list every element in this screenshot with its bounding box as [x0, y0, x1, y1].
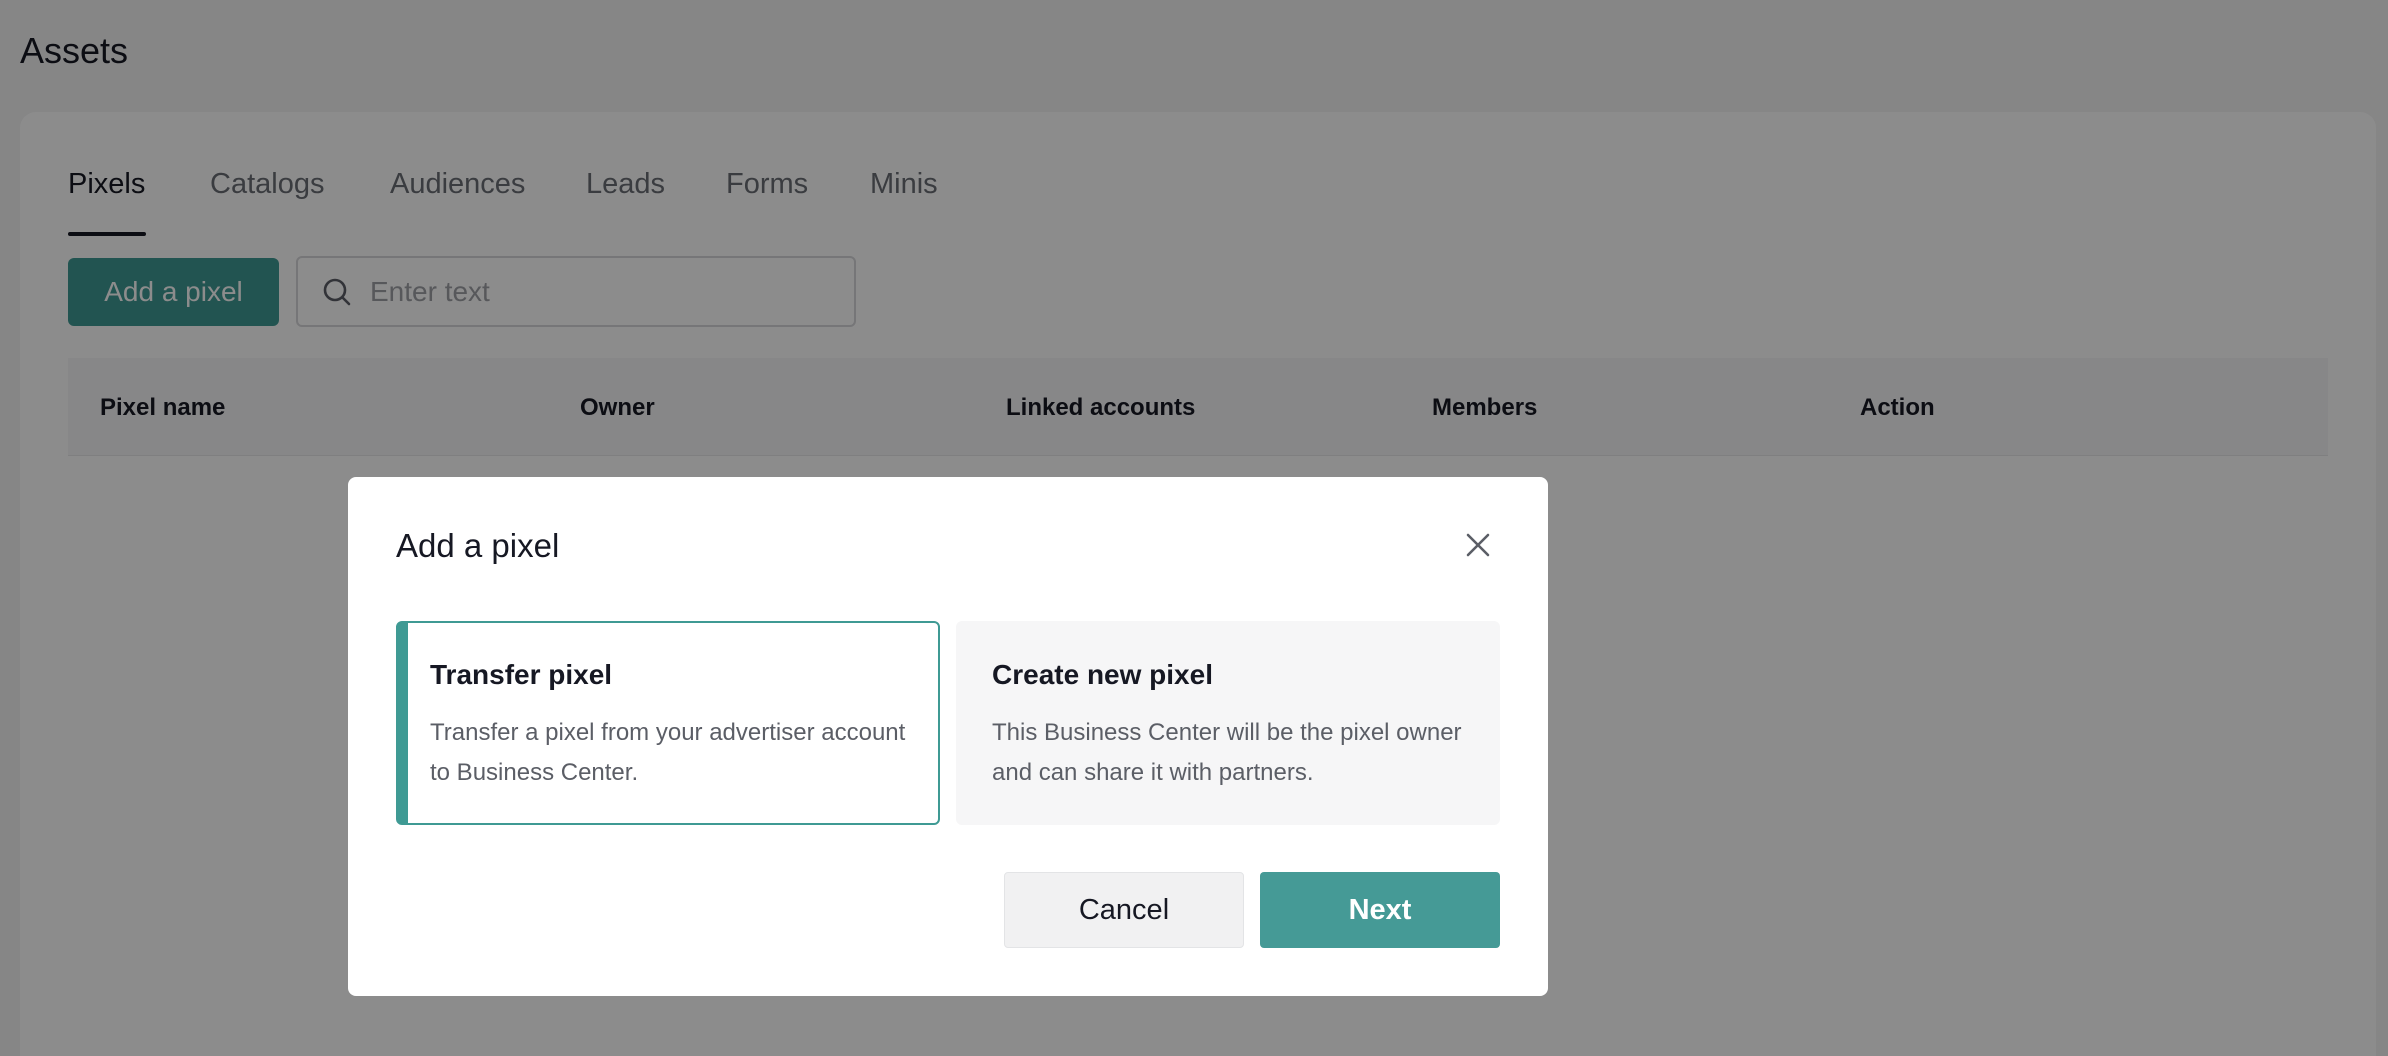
add-pixel-modal: Add a pixel Transfer pixel Transfer a pi… [348, 477, 1548, 996]
next-button[interactable]: Next [1260, 872, 1500, 948]
cancel-button[interactable]: Cancel [1004, 872, 1244, 948]
assets-page: Assets Pixels Catalogs Audiences Leads F… [0, 0, 2388, 1056]
close-icon [1466, 533, 1490, 557]
option-title: Transfer pixel [430, 659, 613, 690]
option-transfer-pixel[interactable]: Transfer pixel Transfer a pixel from you… [396, 621, 940, 825]
option-description: This Business Center will be the pixel o… [992, 719, 1462, 786]
option-create-new-pixel[interactable]: Create new pixel This Business Center wi… [956, 621, 1500, 825]
close-button[interactable] [1460, 527, 1496, 563]
option-description: Transfer a pixel from your advertiser ac… [430, 719, 906, 786]
modal-title: Add a pixel [396, 527, 560, 564]
option-title: Create new pixel [992, 659, 1213, 690]
